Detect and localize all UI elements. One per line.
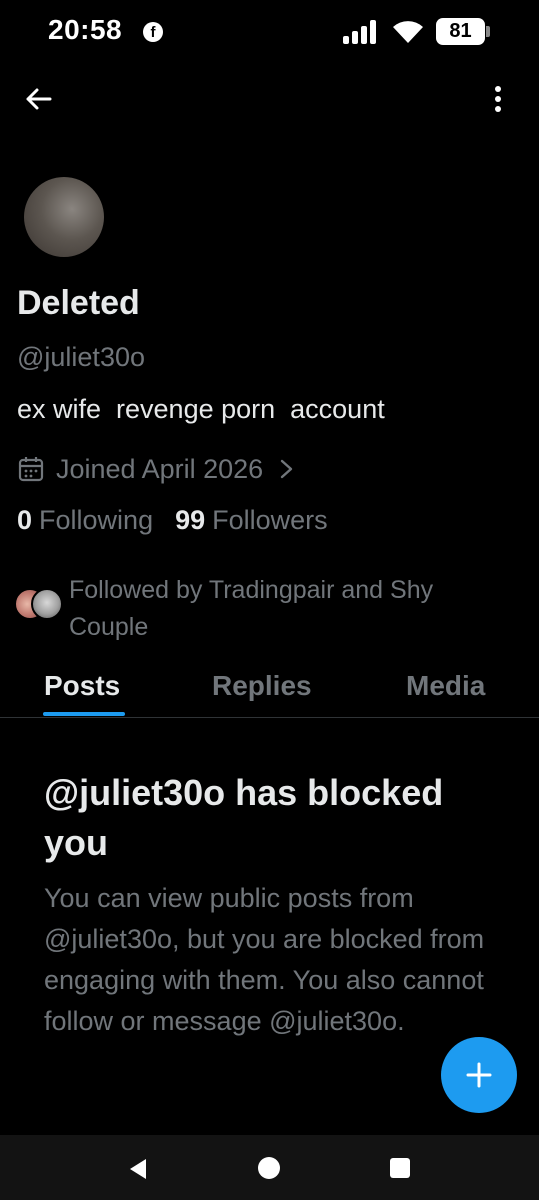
joined-date: Joined April 2026	[56, 453, 264, 484]
signal-icon	[343, 20, 381, 44]
display-name: Deleted	[17, 284, 140, 322]
follow-stats: 0 Following 99 Followers	[17, 505, 350, 536]
compose-post-button[interactable]	[441, 1037, 517, 1113]
followers-label: Followers	[212, 505, 328, 535]
back-button[interactable]	[22, 82, 56, 116]
following-link[interactable]: 0 Following	[17, 505, 153, 536]
follower-avatar	[31, 588, 63, 620]
blocked-notice-title: @juliet30o has blocked you	[44, 772, 444, 863]
followers-count: 99	[175, 505, 206, 535]
followed-by-avatars	[14, 588, 64, 622]
following-count: 0	[17, 505, 33, 535]
tab-selected-indicator	[43, 712, 125, 716]
followed-by-text: Followed by Tradingpair and Shy Couple	[69, 576, 434, 641]
plus-icon	[466, 1062, 492, 1088]
chevron-right-icon	[280, 459, 293, 479]
battery-tip	[486, 26, 490, 37]
wifi-icon	[392, 18, 424, 44]
nav-home-button[interactable]	[258, 1157, 280, 1179]
more-vertical-icon	[495, 86, 501, 112]
blocked-notice-body: You can view public posts from @juliet30…	[44, 883, 485, 1036]
profile-tabs: Posts Replies Media	[0, 660, 539, 718]
tab-posts[interactable]: Posts	[44, 670, 120, 702]
battery-level: 81	[436, 18, 485, 45]
profile-handle: @juliet30o	[17, 342, 145, 372]
followers-link[interactable]: 99 Followers	[175, 505, 328, 536]
calendar-icon	[18, 457, 44, 482]
profile-bio: ex wife revenge porn account	[17, 394, 385, 424]
profile-header-bar	[0, 62, 539, 132]
tab-media[interactable]: Media	[406, 670, 485, 702]
joined-date-row[interactable]: Joined April 2026	[18, 451, 295, 487]
facebook-icon: f	[143, 22, 163, 42]
battery-indicator: 81	[436, 18, 490, 45]
following-label: Following	[39, 505, 154, 535]
nav-recents-button[interactable]	[390, 1158, 410, 1178]
nav-back-icon	[130, 1159, 146, 1179]
more-options-button[interactable]	[484, 82, 512, 116]
status-bar: 20:58 f 81	[0, 0, 539, 62]
system-navigation-bar	[0, 1135, 539, 1200]
tab-replies[interactable]: Replies	[212, 670, 312, 702]
nav-back-button[interactable]	[126, 1157, 150, 1181]
arrow-left-icon	[26, 88, 52, 110]
profile-avatar[interactable]	[24, 177, 104, 257]
followed-by-row[interactable]: Followed by Tradingpair and Shy Couple	[14, 570, 524, 644]
status-time: 20:58	[48, 14, 123, 45]
